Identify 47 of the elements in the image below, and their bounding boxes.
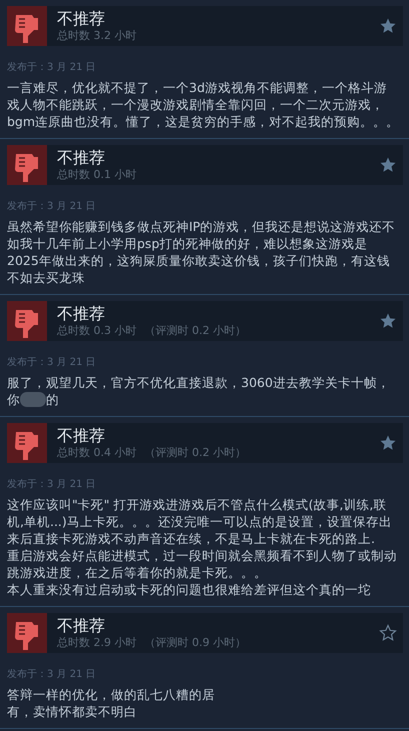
review-text: 不如去买龙珠 [7, 269, 86, 286]
review-text: 戏人物不能跳跃，一个漫改游戏剧情全靠闪回，一个二次元游戏， [7, 96, 385, 113]
review-text: 一言难尽，优化就不提了，一个3d游戏视角不能调整，一个格斗游 [7, 79, 388, 96]
review-text: 跳游戏进度，在之后等着你的就是卡死。。。 [7, 564, 268, 581]
posted-date: 发布于：3 月 21 日 [7, 200, 97, 213]
review-text: 服了，观望几天，官方不优化直接退款，3060进去教学关卡十帧， [7, 374, 391, 391]
review-playtime-text: （评测时 0.9 小时） [144, 636, 246, 650]
verdict-label: 不推荐 [57, 616, 106, 636]
review-playtime-text: （评测时 0.2 小时） [144, 324, 246, 338]
review-text: bgm连原曲也没有。懂了，这是贫穷的手感，对不起我的预购。。。 [7, 113, 400, 130]
thumbs-down-icon [7, 145, 47, 185]
review-text: 虽然希望你能赚到钱多做点死神IP的游戏，但我还是想说这游戏还不 [7, 218, 396, 235]
star-icon[interactable] [379, 434, 397, 452]
thumbs-down-icon [7, 6, 47, 46]
review-text: 答辩一样的优化，做的乱七八糟的居 [7, 686, 216, 703]
review-text: 本人重来没有过启动或卡死的问题也很难给差评但这个真的一坨 [7, 581, 372, 598]
posted-date: 发布于：3 月 21 日 [7, 478, 97, 491]
review-text: 来后直接卡死游戏不动声音还在续，不是马上卡就在卡死的路上. [7, 530, 376, 547]
verdict-label: 不推荐 [57, 304, 106, 324]
verdict-label: 不推荐 [57, 426, 106, 446]
playtime-text: 总时数 0.4 小时 [57, 446, 136, 460]
posted-date: 发布于：3 月 21 日 [7, 668, 97, 681]
review-text: 的 [46, 391, 59, 408]
review-text: 这作应该叫"卡死" 打开游戏进游戏后不管点什么模式(故事,训练,联 [7, 496, 388, 513]
playtime-text: 总时数 0.1 小时 [57, 168, 136, 182]
star-icon[interactable] [379, 624, 397, 642]
playtime-text: 总时数 3.2 小时 [57, 29, 136, 43]
review-text: 如我十几年前上小学用psp打的死神做的好，难以想象这游戏是 [7, 235, 368, 252]
redaction-blur [20, 392, 46, 407]
thumbs-down-icon [7, 423, 47, 463]
review-text: 2025年做出来的，这狗屎质量你敢卖这价钱，孩子们快跑，有这钱 [7, 252, 391, 269]
posted-date: 发布于：3 月 21 日 [7, 61, 97, 74]
thumbs-down-icon [7, 301, 47, 341]
star-icon[interactable] [379, 156, 397, 174]
review-text: 你 [7, 391, 20, 408]
posted-date: 发布于：3 月 21 日 [7, 356, 97, 369]
verdict-label: 不推荐 [57, 9, 106, 29]
review-playtime-text: （评测时 0.2 小时） [144, 446, 246, 460]
star-icon[interactable] [379, 312, 397, 330]
playtime-text: 总时数 2.9 小时 [57, 636, 136, 650]
playtime-text: 总时数 0.3 小时 [57, 324, 136, 338]
verdict-label: 不推荐 [57, 148, 106, 168]
star-icon[interactable] [379, 17, 397, 35]
review-text: 重启游戏会好点能进模式，过一段时间就会黑频看不到人物了或制动 [7, 547, 398, 564]
thumbs-down-icon [7, 613, 47, 653]
review-text: 有，卖情怀都卖不明白 [7, 703, 138, 720]
review-text: 机,单机...)马上卡死。。。还没完唯一可以点的是设置，设置保存出 [7, 513, 393, 530]
